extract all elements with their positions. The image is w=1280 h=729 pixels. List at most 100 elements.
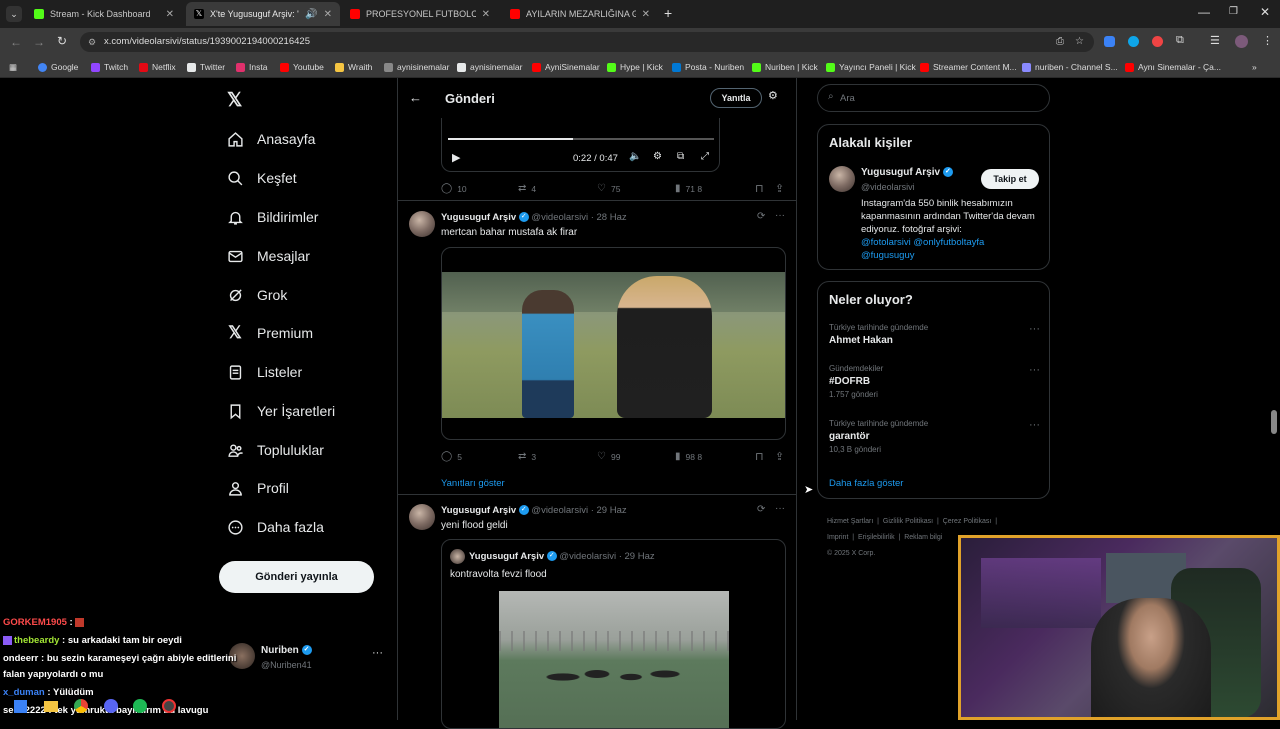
grok-icon[interactable]: ⟳ xyxy=(757,504,765,515)
sidebar-item-bookmarks[interactable]: Yer İşaretleri xyxy=(226,396,335,426)
related-name[interactable]: Yugusuguf Arşiv xyxy=(861,167,940,178)
bookmark-icon[interactable]: ⊓ xyxy=(755,450,764,463)
menu-dots-icon[interactable]: ⋮ xyxy=(1262,34,1273,47)
sidebar-item-communities[interactable]: Topluluklar xyxy=(226,435,324,465)
page-scrollbar-thumb[interactable] xyxy=(1271,410,1277,434)
profile-avatar-icon[interactable] xyxy=(1235,35,1248,48)
chrome-icon[interactable] xyxy=(74,699,88,713)
tweet-date[interactable]: · 29 Haz xyxy=(591,505,627,516)
install-icon[interactable]: ⎙ xyxy=(1056,32,1064,52)
footer-link[interactable]: Hizmet Şartları xyxy=(827,518,873,525)
trend-item[interactable]: Gündemdekiler #DOFRB 1.757 gönderi ··· xyxy=(829,364,1044,399)
view-count[interactable]: ▮ 98 8 xyxy=(675,451,702,462)
share-icon[interactable]: ⇪ xyxy=(775,450,784,463)
tweet-media-card[interactable] xyxy=(441,247,786,440)
bookmark-item[interactable]: Youtube xyxy=(280,60,324,74)
like-count[interactable]: ♡ 99 xyxy=(597,451,620,462)
search-box[interactable]: ⌕ Ara xyxy=(817,84,1050,112)
sidebar-item-notifications[interactable]: Bildirimler xyxy=(226,202,318,232)
retweet-count[interactable]: ⇄ 3 xyxy=(518,451,536,462)
maximize-button[interactable]: ❐ xyxy=(1229,6,1238,17)
bookmark-item[interactable]: Twitter xyxy=(187,60,225,74)
reload-icon[interactable]: ↻ xyxy=(57,34,67,48)
spotify-icon[interactable] xyxy=(133,699,147,713)
bookmark-item[interactable]: Nuriben | Kick xyxy=(752,60,818,74)
video-thumbnail[interactable] xyxy=(442,272,785,418)
bookmark-item[interactable]: nuriben - Channel S... xyxy=(1022,60,1118,74)
settings-icon[interactable]: ⚙ xyxy=(653,151,662,162)
sidebar-item-more[interactable]: Daha fazla xyxy=(226,512,324,542)
trend-item[interactable]: Türkiye tarihinde gündemde garantör 10,3… xyxy=(829,419,1044,454)
post-button[interactable]: Gönderi yayınla xyxy=(219,561,374,593)
share-icon[interactable]: ⇪ xyxy=(775,182,784,195)
puzzle-icon[interactable]: ⧉ xyxy=(1176,34,1184,47)
more-dots-icon[interactable]: ··· xyxy=(1029,364,1040,376)
reply-count[interactable]: ◯ 5 xyxy=(441,451,462,462)
browser-tab[interactable]: AYILARIN MEZARLIĞINA GİRDİ ✕ xyxy=(502,2,658,26)
more-dots-icon[interactable]: ··· xyxy=(775,503,785,514)
more-dots-icon[interactable]: ··· xyxy=(1029,323,1040,335)
quote-tweet-card[interactable]: Yugusuguf Arşiv ✓ @videolarsivi · 29 Haz… xyxy=(441,539,786,729)
footer-link[interactable]: Imprint xyxy=(827,534,848,541)
close-icon[interactable]: ✕ xyxy=(482,9,490,20)
related-bio-links[interactable]: @fotolarsivi @onlyfutboltayfa xyxy=(861,237,1041,248)
browser-tab[interactable]: Stream - Kick Dashboard ✕ xyxy=(26,2,182,26)
reply-count[interactable]: ◯ 10 xyxy=(441,183,467,194)
back-arrow-icon[interactable]: ← xyxy=(409,90,422,105)
forward-arrow-icon[interactable]: → xyxy=(33,35,45,49)
reply-button[interactable]: Yanıtla xyxy=(710,88,762,108)
url-field[interactable]: ⚙ x.com/videolarsivi/status/193900219400… xyxy=(80,32,1094,52)
video-progress-track[interactable] xyxy=(448,138,714,140)
footer-link[interactable]: Reklam bilgi xyxy=(904,534,942,541)
tweet-author-handle[interactable]: @videolarsivi xyxy=(531,212,588,223)
avatar[interactable] xyxy=(829,166,855,192)
follow-button[interactable]: Takip et xyxy=(981,169,1039,189)
footer-link[interactable]: Erişilebilirlik xyxy=(858,534,895,541)
related-handle[interactable]: @videolarsivi xyxy=(861,182,915,192)
grok-icon[interactable]: ⟳ xyxy=(757,211,765,222)
more-dots-icon[interactable]: ··· xyxy=(372,647,383,659)
folder-icon[interactable] xyxy=(44,701,58,712)
bookmark-item[interactable]: Yayıncı Paneli | Kick xyxy=(826,60,916,74)
app-icon[interactable] xyxy=(162,699,176,713)
apps-grid-icon[interactable]: ▦ xyxy=(9,60,17,74)
more-dots-icon[interactable]: ··· xyxy=(1029,419,1040,431)
browser-tab-active[interactable]: 𝕏 X'te Yugusuguf Arşiv: "2016 🔊 ✕ xyxy=(186,2,340,26)
volume-icon[interactable]: 🔈 xyxy=(629,151,641,162)
back-arrow-icon[interactable]: ← xyxy=(10,35,22,49)
view-count[interactable]: ▮ 71 8 xyxy=(675,183,702,194)
more-dots-icon[interactable]: ··· xyxy=(775,210,785,221)
bookmark-item[interactable]: Netflix xyxy=(139,60,176,74)
sidebar-item-lists[interactable]: Listeler xyxy=(226,357,302,387)
windows-icon[interactable] xyxy=(14,700,27,713)
browser-tab[interactable]: PROFESYONEL FUTBOLCU SEN ✕ xyxy=(342,2,498,26)
close-window-button[interactable]: ✕ xyxy=(1260,5,1270,19)
bookmark-item[interactable]: Twitch xyxy=(91,60,128,74)
bookmark-item[interactable]: Posta - Nuriben xyxy=(672,60,744,74)
sidebar-item-home[interactable]: Anasayfa xyxy=(226,124,315,154)
show-replies-link[interactable]: Yanıtları göster xyxy=(441,478,505,489)
extension-icon[interactable] xyxy=(1152,36,1163,47)
avatar[interactable] xyxy=(409,504,435,530)
bookmark-icon[interactable]: ⊓ xyxy=(755,182,764,195)
extension-icon[interactable] xyxy=(1128,36,1139,47)
more-bookmarks-icon[interactable]: » xyxy=(1252,60,1257,74)
bookmark-item[interactable]: aynisinemalar xyxy=(457,60,522,74)
x-logo-icon[interactable]: 𝕏 xyxy=(227,89,242,112)
settings-sliders-icon[interactable]: ⚙ xyxy=(768,89,778,102)
pip-icon[interactable]: ⧉ xyxy=(677,151,684,162)
sidebar-item-premium[interactable]: 𝕏 Premium xyxy=(226,318,313,348)
extension-icon[interactable] xyxy=(1104,36,1115,47)
minimize-button[interactable]: — xyxy=(1198,5,1210,19)
avatar[interactable] xyxy=(409,211,435,237)
site-info-icon[interactable]: ⚙ xyxy=(88,32,96,52)
tweet-author-name[interactable]: Yugusuguf Arşiv xyxy=(441,505,516,516)
bookmark-item[interactable]: AyniSinemalar xyxy=(532,60,600,74)
retweet-count[interactable]: ⇄ 4 xyxy=(518,183,536,194)
play-icon[interactable]: ▶ xyxy=(452,151,460,164)
bookmark-item[interactable]: Hype | Kick xyxy=(607,60,663,74)
sidebar-item-explore[interactable]: Keşfet xyxy=(226,163,297,193)
close-icon[interactable]: ✕ xyxy=(324,9,332,20)
bookmark-item[interactable]: Google xyxy=(38,60,78,74)
footer-link[interactable]: Çerez Politikası xyxy=(943,518,992,525)
